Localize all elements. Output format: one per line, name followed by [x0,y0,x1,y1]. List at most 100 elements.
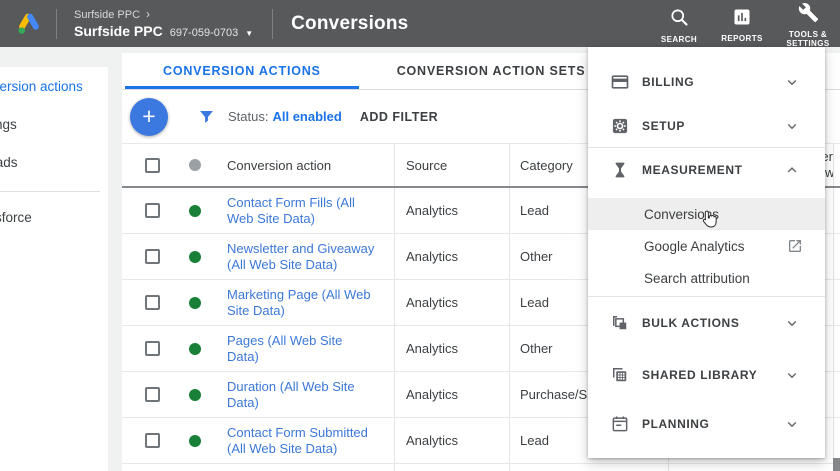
row-checkbox[interactable] [145,433,160,448]
tools-settings-menu: BILLING SETUP MEASUREMENT Conversions Google… [588,47,825,458]
status-dot-enabled [189,343,201,355]
conversion-action-link[interactable]: Duration (All Web Site Data) [227,379,376,411]
status-dot-enabled [189,251,201,263]
menu-item-planning[interactable]: PLANNING [588,401,825,447]
breadcrumb[interactable]: Surfside PPC› [74,8,253,21]
menu-item-label: SHARED LIBRARY [642,368,775,383]
conversion-action-link[interactable]: Marketing Page (All Web Site Data) [227,287,376,319]
conversion-window-cell [668,464,833,471]
chevron-down-icon [783,366,801,384]
status-dot-enabled [189,435,201,447]
sidebar-item-label: Conversion actions [0,79,83,94]
setup-icon [610,116,630,136]
source-cell: Analytics [406,387,458,402]
account-selector[interactable]: Surfside PPC 697-059-0703 ▼ [74,24,253,39]
column-header-conversion-action[interactable]: Conversion action [214,144,394,186]
tools-settings-button[interactable]: TOOLS & SETTINGS [780,0,836,48]
menu-item-label: BILLING [642,75,775,90]
search-icon [669,7,690,33]
status-dot-all [189,159,201,171]
planning-icon [610,414,630,434]
menu-item-billing[interactable]: BILLING [588,59,825,105]
sidebar-item-conversion-actions[interactable]: Conversion actions [0,67,108,105]
google-ads-logo-icon [16,10,43,37]
chevron-down-icon [783,314,801,332]
status-dot-enabled [189,389,201,401]
table-edge [833,372,840,417]
sidebar-item-label: Settings [0,117,17,132]
menu-item-label: SETUP [642,119,775,134]
column-header-source[interactable]: Source [394,144,509,186]
sidebar: Conversion actions Settings Uploads Sale… [0,67,108,471]
select-all-checkbox[interactable] [145,158,160,173]
category-cell: Lead [520,295,549,310]
tools-settings-label: TOOLS & SETTINGS [780,30,836,48]
category-cell: Other [520,341,553,356]
source-cell: Analytics [406,433,458,448]
menu-item-shared-library[interactable]: SHARED LIBRARY [588,349,825,401]
filter-icon[interactable] [198,108,215,125]
status-label: Status: [228,109,268,124]
billing-icon [610,72,630,92]
tab-conversion-action-sets[interactable]: CONVERSION ACTION SETS [359,53,624,89]
sidebar-item-settings[interactable]: Settings [0,105,108,143]
sidebar-item-salesforce[interactable]: Salesforce [0,198,108,236]
sidebar-item-uploads[interactable]: Uploads [0,143,108,181]
google-ads-app: Surfside PPC› Surfside PPC 697-059-0703 … [0,0,840,471]
row-checkbox[interactable] [145,387,160,402]
table-edge [833,280,840,325]
table-row-partial [122,464,840,471]
google-ads-logo[interactable] [16,10,43,37]
menu-subitem-label: Search attribution [644,271,803,286]
table-edge [833,144,840,186]
source-cell: Analytics [406,295,458,310]
row-checkbox[interactable] [145,295,160,310]
conversion-action-link[interactable]: Contact Form Fills (All Web Site Data) [227,195,376,227]
status-value: All enabled [272,109,341,124]
row-checkbox[interactable] [145,341,160,356]
menu-item-conversions[interactable]: Conversions [588,198,825,230]
page-title: Conversions [291,13,408,35]
conversion-action-link[interactable]: Newsletter and Giveaway (All Web Site Da… [227,241,376,273]
conversion-action-link[interactable]: Contact Form Submitted (All Web Site Dat… [227,425,376,457]
menu-item-bulk-actions[interactable]: BULK ACTIONS [588,297,825,349]
reports-button[interactable]: REPORTS [717,4,767,43]
breadcrumb-account: Surfside PPC [74,9,140,21]
menu-item-measurement[interactable]: MEASUREMENT [588,148,825,192]
menu-item-label: MEASUREMENT [642,163,775,178]
category-cell: Lead [520,433,549,448]
reports-icon [732,7,752,32]
status-dot-enabled [189,297,201,309]
source-cell: Analytics [406,249,458,264]
account-name: Surfside PPC [74,24,163,38]
status-filter-chip[interactable]: Status: All enabled [228,109,342,124]
menu-item-search-attribution[interactable]: Search attribution [588,262,825,294]
table-edge [833,188,840,233]
bulk-actions-icon [610,313,630,333]
menu-sublist: Conversions Google Analytics Search attrib… [588,192,825,296]
menu-subitem-label: Google Analytics [644,239,787,254]
chevron-down-icon [783,117,801,135]
menu-item-setup[interactable]: SETUP [588,105,825,147]
menu-item-google-analytics[interactable]: Google Analytics [588,230,825,262]
topbar-divider [272,9,273,39]
add-conversion-button[interactable]: + [130,98,168,136]
topbar: Surfside PPC› Surfside PPC 697-059-0703 … [0,0,840,47]
add-filter-button[interactable]: ADD FILTER [360,110,438,124]
category-cell: Other [520,249,553,264]
external-link-icon [787,238,803,254]
chevron-up-icon [783,161,801,179]
row-checkbox[interactable] [145,203,160,218]
wrench-icon [798,2,819,28]
search-button[interactable]: SEARCH [654,4,704,44]
category-cell: Lead [520,203,549,218]
tab-conversion-actions[interactable]: CONVERSION ACTIONS [125,53,359,89]
table-edge [833,234,840,279]
conversion-action-link[interactable]: Pages (All Web Site Data) [227,333,376,365]
topbar-nav: SEARCH REPORTS TOOLS & SETTINGS [654,0,836,47]
row-checkbox[interactable] [145,249,160,264]
shared-library-icon [610,365,630,385]
account-block: Surfside PPC› Surfside PPC 697-059-0703 … [74,8,253,39]
sidebar-item-label: Salesforce [0,210,32,225]
scrollbar-fragment[interactable] [833,458,840,471]
